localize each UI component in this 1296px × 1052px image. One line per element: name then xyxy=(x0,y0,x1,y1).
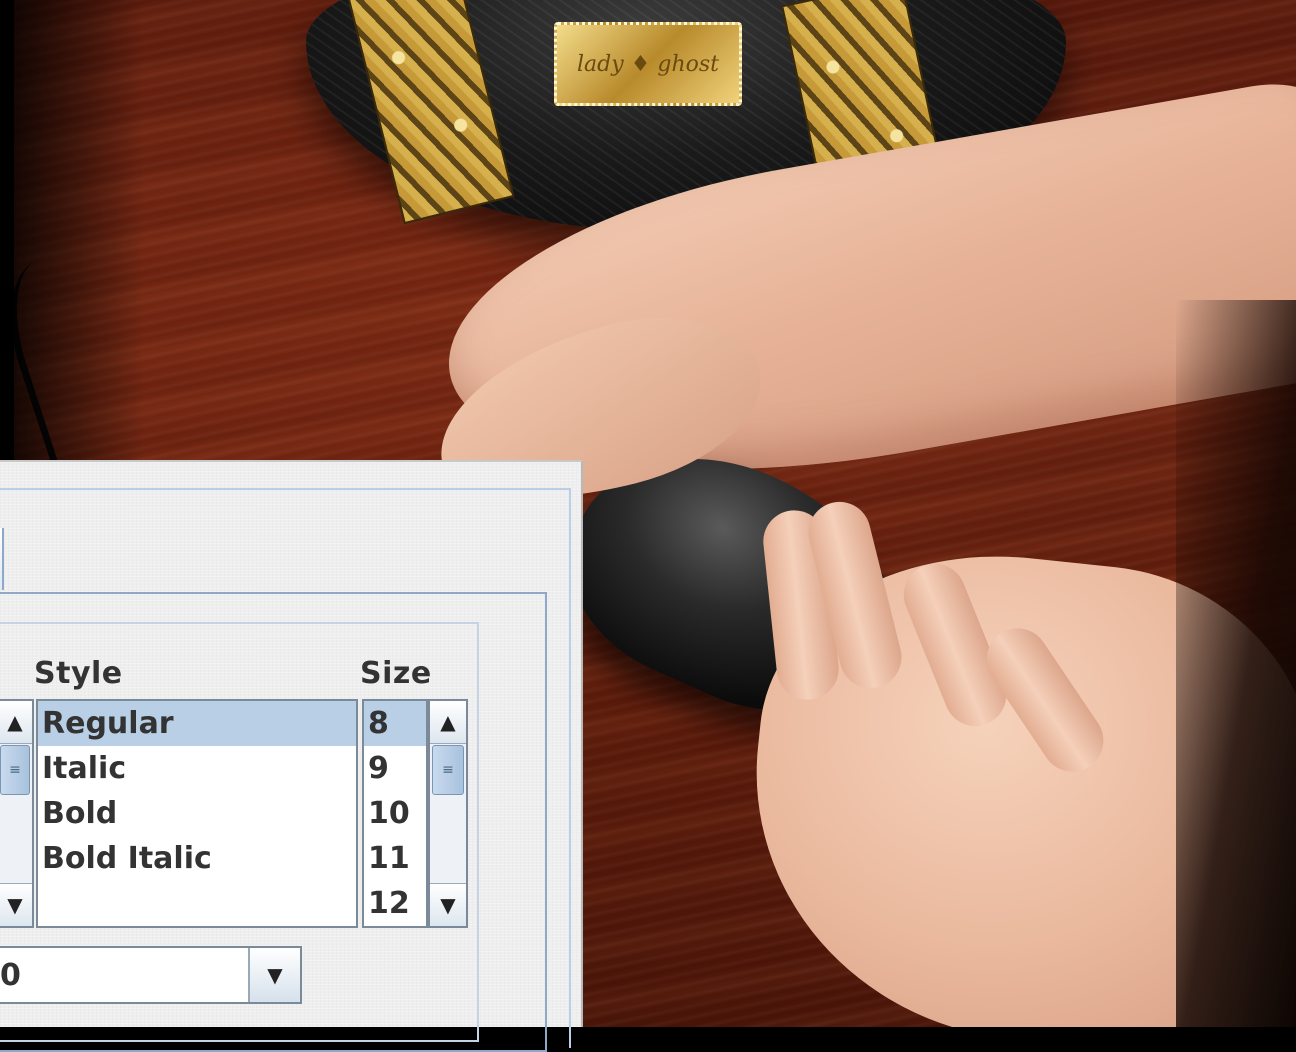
size-list-scrollbar[interactable]: ▲ ≡ ▼ xyxy=(428,699,468,928)
combo-dropdown-button[interactable]: ▼ xyxy=(248,948,300,1002)
size-column-label: Size xyxy=(360,656,432,691)
triangle-down-icon: ▼ xyxy=(440,893,456,917)
style-option-regular[interactable]: Regular xyxy=(38,701,356,746)
size-option-8[interactable]: 8 xyxy=(364,701,426,746)
font-combo-box[interactable]: 0 ▼ xyxy=(0,946,302,1004)
scroll-up-button[interactable]: ▲ xyxy=(0,701,32,744)
style-column-label: Style xyxy=(34,656,123,691)
style-list[interactable]: Regular Italic Bold Bold Italic xyxy=(36,699,358,928)
family-list-scrollbar[interactable]: ▲ ≡ ▼ xyxy=(0,699,34,928)
grip-lines-icon: ≡ xyxy=(9,762,21,778)
size-option-12[interactable]: 12 xyxy=(364,881,426,926)
scroll-down-button[interactable]: ▼ xyxy=(430,883,466,926)
triangle-up-icon: ▲ xyxy=(440,710,456,734)
style-option-bold[interactable]: Bold xyxy=(38,791,356,836)
chevron-down-icon: ▼ xyxy=(267,963,283,987)
size-list[interactable]: 8 9 10 11 12 xyxy=(362,699,428,928)
scroll-down-button[interactable]: ▼ xyxy=(0,883,32,926)
triangle-up-icon: ▲ xyxy=(7,710,23,734)
style-option-italic[interactable]: Italic xyxy=(38,746,356,791)
size-option-10[interactable]: 10 xyxy=(364,791,426,836)
combo-value: 0 xyxy=(0,957,21,993)
scroll-thumb[interactable]: ≡ xyxy=(0,745,30,795)
scroll-thumb[interactable]: ≡ xyxy=(432,745,464,795)
desk-edge-shadow xyxy=(1176,300,1296,1027)
tab-font[interactable] xyxy=(0,528,4,590)
triangle-down-icon: ▼ xyxy=(7,893,23,917)
style-option-bold-italic[interactable]: Bold Italic xyxy=(38,836,356,881)
purse-plaque: lady ♦ ghost xyxy=(554,22,742,106)
grip-lines-icon: ≡ xyxy=(442,762,454,778)
size-option-9[interactable]: 9 xyxy=(364,746,426,791)
purse-plaque-text: lady ♦ ghost xyxy=(576,51,719,77)
size-option-11[interactable]: 11 xyxy=(364,836,426,881)
font-chooser-dialog: ▲ ≡ ▼ Style Size Regular Italic Bold Bol… xyxy=(0,460,583,1052)
scroll-up-button[interactable]: ▲ xyxy=(430,701,466,744)
